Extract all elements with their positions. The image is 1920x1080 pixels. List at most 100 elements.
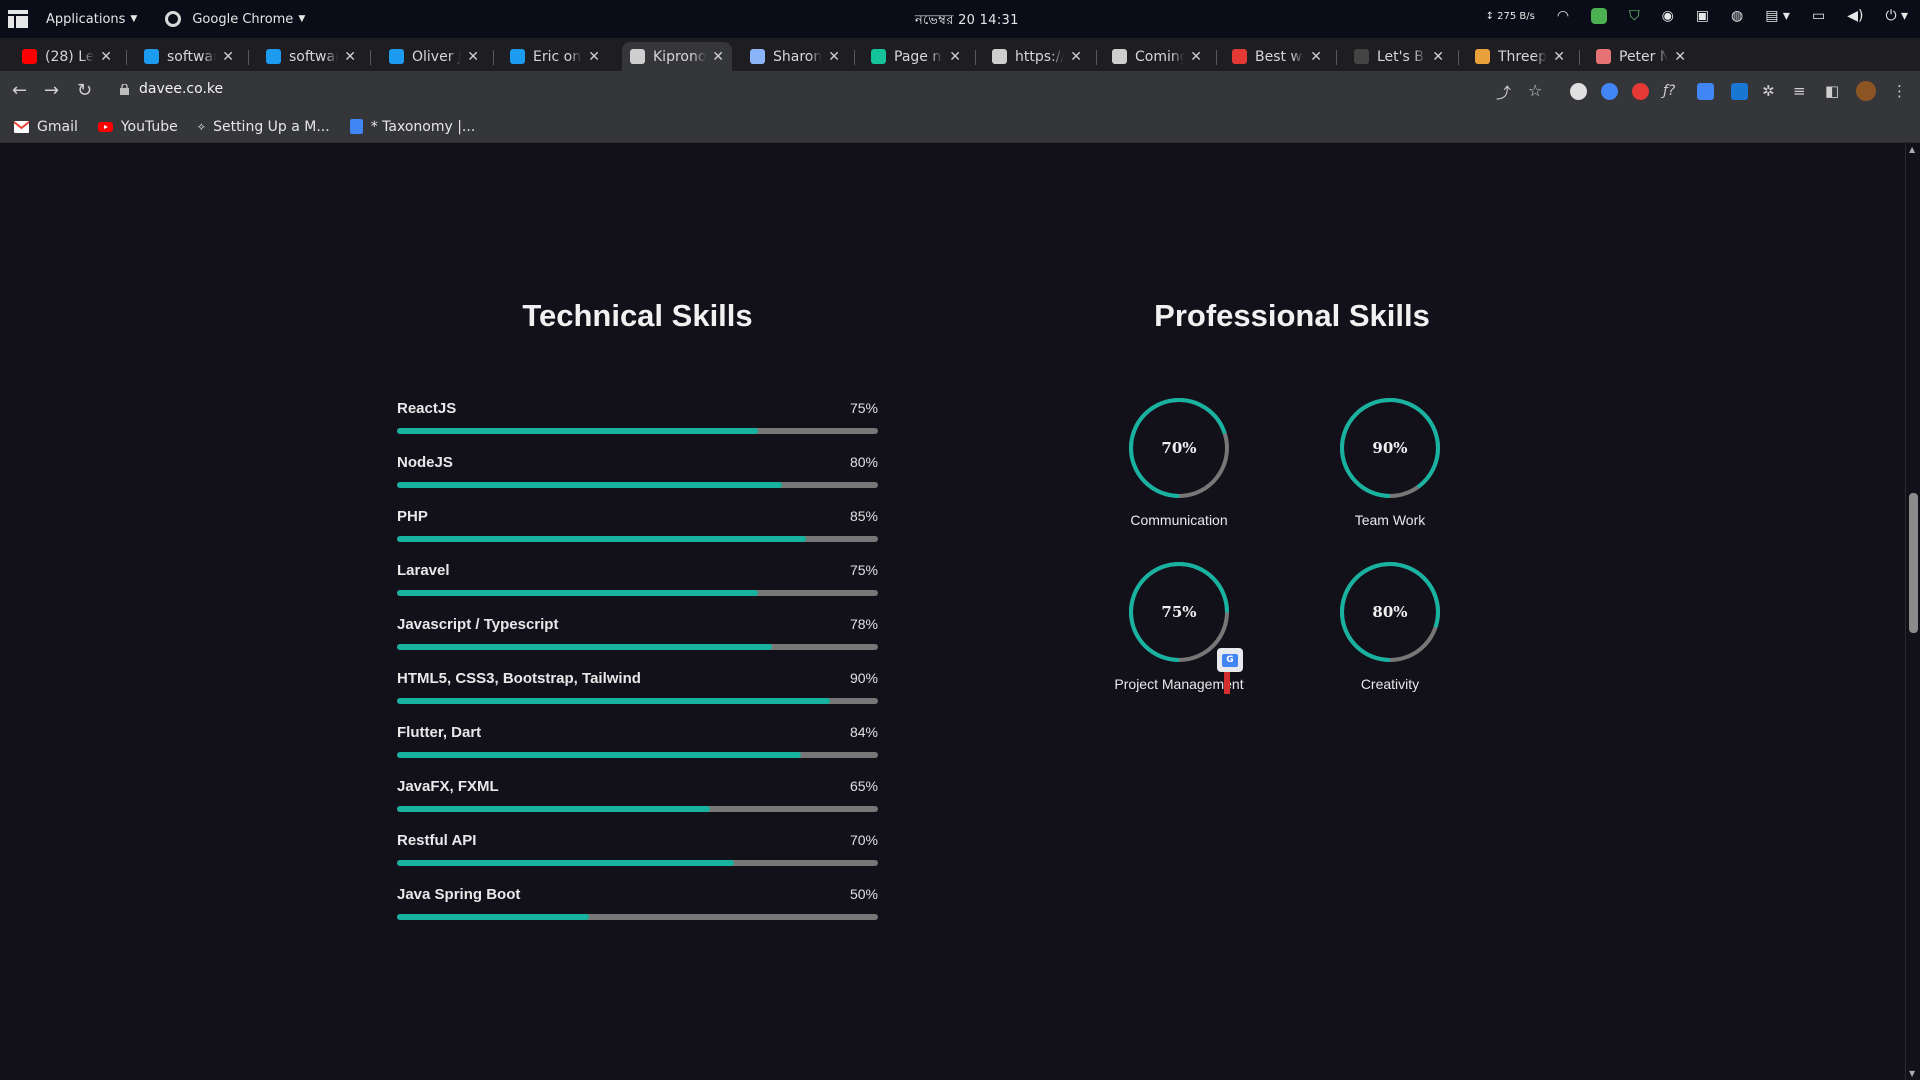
browser-tab[interactable]: Best we ✕ <box>1224 42 1330 71</box>
tab-title: (28) Leav <box>45 48 95 65</box>
clipboard-icon[interactable]: ▤ ▾ <box>1765 8 1790 24</box>
skype-extension-icon[interactable] <box>1731 83 1748 100</box>
camera-icon[interactable]: ▣ <box>1696 8 1709 24</box>
shield-icon[interactable]: ⛉ <box>1629 8 1640 24</box>
volume-icon[interactable]: ◀) <box>1847 8 1863 24</box>
gamepad-icon[interactable]: ◍ <box>1731 8 1743 24</box>
close-tab-icon[interactable]: ✕ <box>1432 49 1444 65</box>
skill-progress-track <box>397 536 878 542</box>
close-tab-icon[interactable]: ✕ <box>222 49 234 65</box>
browser-tab[interactable]: Kiprono ✕ <box>622 42 732 71</box>
bookmark-star-icon[interactable]: ☆ <box>1528 81 1542 100</box>
display-icon[interactable]: ▭ <box>1812 8 1825 24</box>
system-tray: ↕ 275 B/s ◠ ⛉ ◉ ▣ ◍ ▤ ▾ ▭ ◀) ⏻ ▾ <box>1486 8 1908 24</box>
side-panel-icon[interactable]: ◧ <box>1825 82 1839 100</box>
vpn-icon[interactable] <box>1591 8 1608 24</box>
close-tab-icon[interactable]: ✕ <box>1674 49 1686 65</box>
close-tab-icon[interactable]: ✕ <box>344 49 356 65</box>
browser-tab[interactable]: software ✕ <box>258 42 364 71</box>
bookmark-label: YouTube <box>120 118 178 135</box>
record-icon[interactable]: ◉ <box>1662 8 1674 24</box>
font-extension-icon[interactable]: ƒ? <box>1663 83 1680 100</box>
skill-progress-track <box>397 914 878 920</box>
skill-progress-fill <box>397 644 773 650</box>
bookmark-youtube[interactable]: YouTube <box>97 118 178 135</box>
clock[interactable]: নভেম্বর 20 14:31 <box>915 11 1019 32</box>
tab-separator <box>1458 50 1459 65</box>
browser-tab[interactable]: (28) Leav ✕ <box>14 42 120 71</box>
close-tab-icon[interactable]: ✕ <box>1310 49 1322 65</box>
tab-separator <box>1096 50 1097 65</box>
tab-title: Sharon <box>773 48 823 65</box>
browser-tab[interactable]: Oliver Ju ✕ <box>381 42 487 71</box>
close-tab-icon[interactable]: ✕ <box>467 49 479 65</box>
tab-title: https:// <box>1015 48 1065 65</box>
tab-title: Threepo <box>1498 48 1547 65</box>
close-tab-icon[interactable]: ✕ <box>1553 49 1565 65</box>
close-tab-icon[interactable]: ✕ <box>949 49 961 65</box>
skill-progress-fill <box>397 536 806 542</box>
skill-ring: 80% <box>1340 562 1440 662</box>
browser-tab[interactable]: Eric on T ✕ <box>502 42 608 71</box>
skill-row: Restful API 70% <box>397 832 878 886</box>
web-page <box>0 143 1905 1080</box>
tab-title: Let's Bu <box>1377 48 1426 65</box>
power-icon[interactable]: ⏻ ▾ <box>1885 8 1908 24</box>
skill-row: ReactJS 75% <box>397 400 878 454</box>
translate-extension-icon[interactable] <box>1697 83 1714 100</box>
skill-row: JavaFX, FXML 65% <box>397 778 878 832</box>
technical-skills-title: Technical Skills <box>522 298 753 333</box>
profile-avatar[interactable] <box>1856 81 1876 101</box>
skill-progress-fill <box>397 752 802 758</box>
skill-ring: 90% <box>1340 398 1440 498</box>
extensions-puzzle-icon[interactable]: ✲ <box>1762 82 1775 100</box>
bookmark-label: Setting Up a M... <box>213 118 330 135</box>
close-tab-icon[interactable]: ✕ <box>1070 49 1082 65</box>
google-translate-badge-icon[interactable]: G <box>1217 648 1243 672</box>
skill-progress-fill <box>397 860 734 866</box>
scrollbar-thumb[interactable] <box>1909 493 1918 633</box>
wifi-icon[interactable]: ◠ <box>1557 8 1569 24</box>
browser-tab[interactable]: https:// ✕ <box>984 42 1090 71</box>
bookmark-site-icon: ⟡ <box>197 119 206 133</box>
close-tab-icon[interactable]: ✕ <box>828 49 840 65</box>
address-bar[interactable]: davee.co.ke <box>120 81 223 97</box>
close-tab-icon[interactable]: ✕ <box>588 49 600 65</box>
reload-icon[interactable]: ↻ <box>77 80 92 101</box>
os-top-panel: Applications ▼ Google Chrome ▼ নভেম্বর 2… <box>0 0 1920 38</box>
share-icon[interactable]: ⤴ <box>1496 82 1511 103</box>
forward-icon[interactable]: → <box>44 80 59 101</box>
back-icon[interactable]: ← <box>12 80 27 101</box>
kebab-menu-icon[interactable]: ⋮ <box>1892 82 1907 100</box>
bookmark-taxonomy[interactable]: * Taxonomy |... <box>349 118 476 135</box>
skill-progress-track <box>397 860 878 866</box>
skill-name: Flutter, Dart <box>397 724 482 741</box>
page-scrollbar[interactable]: ▲ ▼ <box>1905 143 1920 1080</box>
browser-tab[interactable]: Sharon ✕ <box>742 42 848 71</box>
bookmark-gmail[interactable]: Gmail <box>14 119 78 135</box>
skill-percent: 75% <box>849 400 878 416</box>
browser-menu[interactable]: Google Chrome ▼ <box>165 11 305 27</box>
browser-tab[interactable]: Let's Bu ✕ <box>1346 42 1452 71</box>
browser-tab[interactable]: Peter Nj ✕ <box>1588 42 1694 71</box>
browser-tab[interactable]: software ✕ <box>136 42 242 71</box>
browser-tab[interactable]: Page no ✕ <box>863 42 969 71</box>
bookmark-setting-up[interactable]: ⟡ Setting Up a M... <box>198 119 330 135</box>
close-tab-icon[interactable]: ✕ <box>712 49 724 65</box>
close-tab-icon[interactable]: ✕ <box>1190 49 1202 65</box>
applications-menu[interactable]: Applications ▼ <box>46 12 137 27</box>
skill-progress-track <box>397 644 878 650</box>
bookmark-label: * Taxonomy |... <box>370 118 476 135</box>
browser-tab[interactable]: Threepo ✕ <box>1467 42 1573 71</box>
scroll-up-icon[interactable]: ▲ <box>1909 145 1915 154</box>
gmail-icon <box>14 120 29 133</box>
browser-tab[interactable]: Coming ✕ <box>1104 42 1210 71</box>
scroll-down-icon[interactable]: ▼ <box>1909 1069 1915 1078</box>
adblock-icon[interactable] <box>1632 83 1649 100</box>
extension-blue-icon[interactable] <box>1601 83 1618 100</box>
close-tab-icon[interactable]: ✕ <box>100 49 112 65</box>
dark-icon <box>1354 49 1369 64</box>
media-queue-icon[interactable]: ≡ <box>1793 82 1806 100</box>
apps-grid-icon[interactable] <box>8 10 28 28</box>
extension-g-icon[interactable] <box>1570 83 1587 100</box>
